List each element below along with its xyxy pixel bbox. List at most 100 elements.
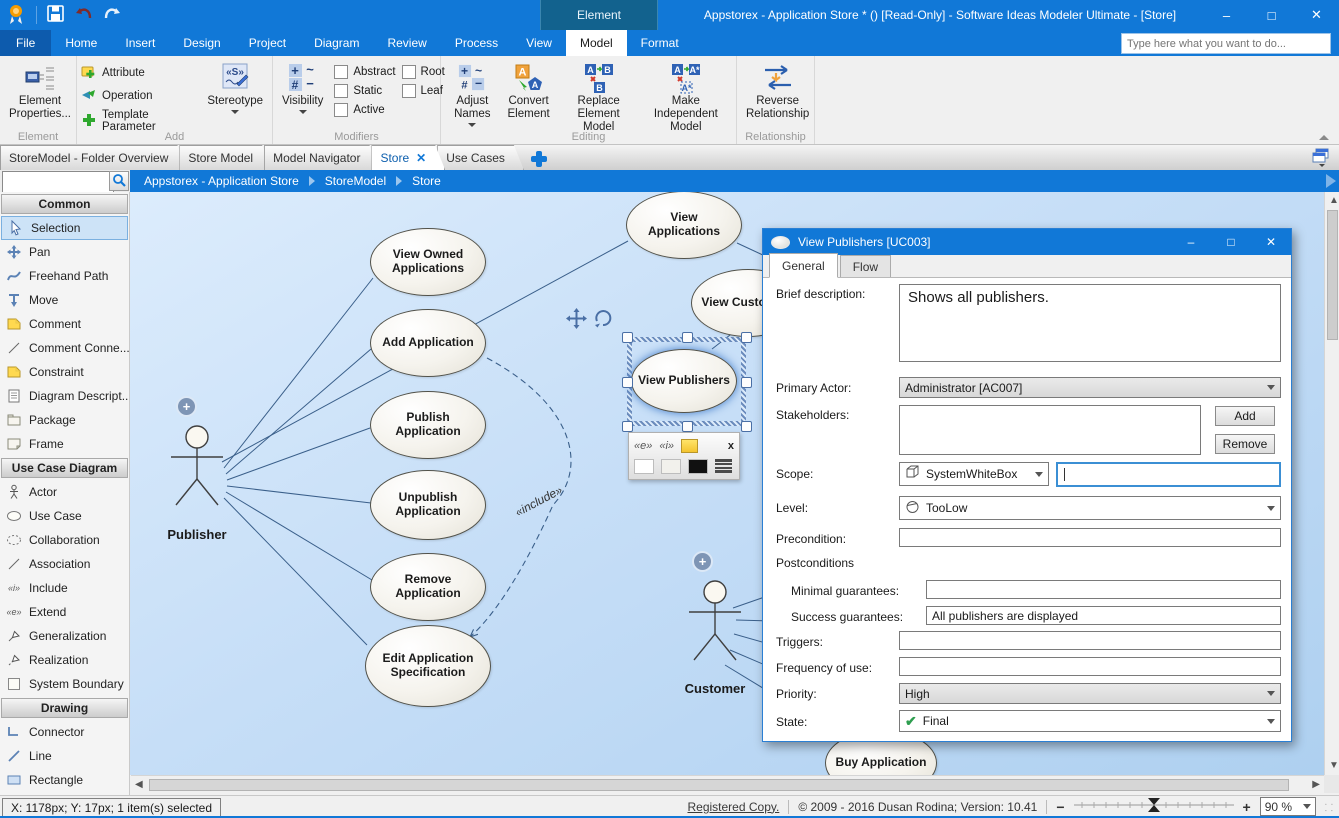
menu-tab-design[interactable]: Design xyxy=(169,30,234,56)
move-handle-icon[interactable] xyxy=(566,308,587,332)
selection-handle[interactable] xyxy=(741,421,752,432)
frequency-of-use-input[interactable] xyxy=(899,657,1281,676)
toolbox-item-constraint[interactable]: Constraint xyxy=(0,360,129,384)
model-search-input[interactable] xyxy=(2,171,114,193)
toolbox-item-actor[interactable]: Actor xyxy=(0,480,129,504)
close-minibar-icon[interactable]: x xyxy=(728,440,734,452)
use-case-unpublish-application[interactable]: Unpublish Application xyxy=(370,470,486,540)
stakeholders-add-button[interactable]: Add xyxy=(1215,406,1275,426)
dialog-title-bar[interactable]: View Publishers [UC003] – □ ✕ xyxy=(763,229,1291,255)
toolbox-item-connector[interactable]: Connector xyxy=(0,720,129,744)
dialog-maximize-button[interactable]: □ xyxy=(1211,229,1251,255)
comment-icon[interactable] xyxy=(681,439,698,453)
stakeholders-remove-button[interactable]: Remove xyxy=(1215,434,1275,454)
scope-extra-input[interactable] xyxy=(1056,462,1281,487)
toolbox-item-collaboration[interactable]: Collaboration xyxy=(0,528,129,552)
menu-tab-model[interactable]: Model xyxy=(566,30,627,56)
toolbox-item-rectangle[interactable]: Rectangle xyxy=(0,768,129,792)
undo-button[interactable] xyxy=(74,6,93,24)
use-case-edit-application-specification[interactable]: Edit Application Specification xyxy=(365,625,491,707)
fill-color-light-swatch[interactable] xyxy=(661,459,681,474)
panel-layout-icon[interactable] xyxy=(1311,147,1333,167)
breadcrumb-forward-icon[interactable] xyxy=(1326,174,1336,188)
toolbox-item-comment-connector[interactable]: Comment Conne... xyxy=(0,336,129,360)
horizontal-scrollbar[interactable]: ◀ ▶ xyxy=(131,775,1324,793)
precondition-input[interactable] xyxy=(899,528,1281,547)
element-properties-button[interactable]: Element Properties... xyxy=(5,59,75,123)
toolbox-item-package[interactable]: Package xyxy=(0,408,129,432)
replace-element-model-button[interactable]: ABB Replace Element Model xyxy=(559,59,639,137)
selection-handle[interactable] xyxy=(741,377,752,388)
scroll-right-icon[interactable]: ▶ xyxy=(1312,780,1320,790)
fill-color-white-swatch[interactable] xyxy=(634,459,654,474)
zoom-in-button[interactable]: + xyxy=(1243,799,1251,815)
use-case-view-publishers[interactable]: View Publishers xyxy=(631,349,737,413)
zoom-level-dropdown[interactable]: 90 % xyxy=(1260,797,1316,816)
vertical-scrollbar-thumb[interactable] xyxy=(1327,210,1338,340)
stakeholders-listbox[interactable] xyxy=(899,405,1201,455)
success-guarantees-input[interactable]: All publishers are displayed xyxy=(926,606,1281,625)
toolbox-item-use-case[interactable]: Use Case xyxy=(0,504,129,528)
adjust-names-button[interactable]: +~#− Adjust Names xyxy=(446,59,499,129)
dialog-tab-general[interactable]: General xyxy=(769,253,838,278)
level-dropdown[interactable]: TooLow xyxy=(899,496,1281,520)
dialog-minimize-button[interactable]: – xyxy=(1171,229,1211,255)
toolbox-item-extend[interactable]: «e»Extend xyxy=(0,600,129,624)
stereotype-button[interactable]: «S» Stereotype xyxy=(203,59,267,116)
use-case-add-application[interactable]: Add Application xyxy=(370,309,486,377)
zoom-slider[interactable] xyxy=(1074,797,1234,816)
use-case-view-owned-applications[interactable]: View Owned Applications xyxy=(370,228,486,296)
dialog-close-button[interactable]: ✕ xyxy=(1251,229,1291,255)
horizontal-scrollbar-thumb[interactable] xyxy=(149,779,1289,791)
registered-copy-link[interactable]: Registered Copy. xyxy=(687,800,779,814)
command-search-input[interactable] xyxy=(1121,33,1331,54)
menu-tab-insert[interactable]: Insert xyxy=(111,30,169,56)
zoom-out-button[interactable]: − xyxy=(1056,799,1064,815)
add-template-parameter-button[interactable]: Template Parameter xyxy=(81,109,195,133)
toolbox-item-comment[interactable]: Comment xyxy=(0,312,129,336)
save-button[interactable] xyxy=(47,5,64,25)
selection-handle[interactable] xyxy=(682,332,693,343)
primary-actor-dropdown[interactable]: Administrator [AC007] xyxy=(899,377,1281,398)
selection-handle[interactable] xyxy=(741,332,752,343)
minimize-button[interactable]: – xyxy=(1204,0,1249,30)
line-style-icon[interactable] xyxy=(715,459,732,473)
toolbox-item-selection[interactable]: Selection xyxy=(1,216,128,240)
priority-dropdown[interactable]: High xyxy=(899,683,1281,704)
menu-tab-view[interactable]: View xyxy=(512,30,566,56)
selection-handle[interactable] xyxy=(622,377,633,388)
menu-tab-format[interactable]: Format xyxy=(627,30,693,56)
menu-tab-review[interactable]: Review xyxy=(373,30,440,56)
new-tab-button[interactable] xyxy=(530,151,548,167)
menu-tab-diagram[interactable]: Diagram xyxy=(300,30,373,56)
visibility-button[interactable]: +~#− Visibility xyxy=(278,59,327,116)
dialog-tab-flow[interactable]: Flow xyxy=(840,255,891,277)
search-button[interactable] xyxy=(109,171,129,191)
extend-icon[interactable]: «e» xyxy=(634,440,652,452)
contextual-tab-element[interactable]: Element xyxy=(540,0,658,30)
ribbon-collapse-button[interactable] xyxy=(1319,135,1329,140)
doc-tab-store[interactable]: Store✕ xyxy=(371,145,445,170)
add-element-badge-icon[interactable]: + xyxy=(692,551,713,572)
use-case-view-applications[interactable]: View Applications xyxy=(626,192,742,259)
toolbox-item-line[interactable]: Line xyxy=(0,744,129,768)
menu-tab-file[interactable]: File xyxy=(0,30,51,56)
reverse-relationship-button[interactable]: Reverse Relationship xyxy=(742,59,813,123)
toolbox-section-drawing[interactable]: Drawing xyxy=(1,698,128,718)
toolbox-item-frame[interactable]: Frame xyxy=(0,432,129,456)
leaf-checkbox[interactable]: Leaf xyxy=(402,84,445,98)
breadcrumb-item-diagram[interactable]: Store xyxy=(412,174,441,188)
root-checkbox[interactable]: Root xyxy=(402,65,445,79)
selection-handle[interactable] xyxy=(682,421,693,432)
menu-tab-project[interactable]: Project xyxy=(235,30,300,56)
maximize-button[interactable]: □ xyxy=(1249,0,1294,30)
toolbox-item-diagram-description[interactable]: Diagram Descript... xyxy=(0,384,129,408)
include-icon[interactable]: «i» xyxy=(659,440,674,452)
menu-tab-process[interactable]: Process xyxy=(441,30,512,56)
static-checkbox[interactable]: Static xyxy=(334,84,395,98)
menu-tab-home[interactable]: Home xyxy=(51,30,111,56)
state-dropdown[interactable]: ✔ Final xyxy=(899,710,1281,732)
toolbox-item-pan[interactable]: Pan xyxy=(0,240,129,264)
use-case-publish-application[interactable]: Publish Application xyxy=(370,391,486,459)
scroll-left-icon[interactable]: ◀ xyxy=(135,780,143,790)
